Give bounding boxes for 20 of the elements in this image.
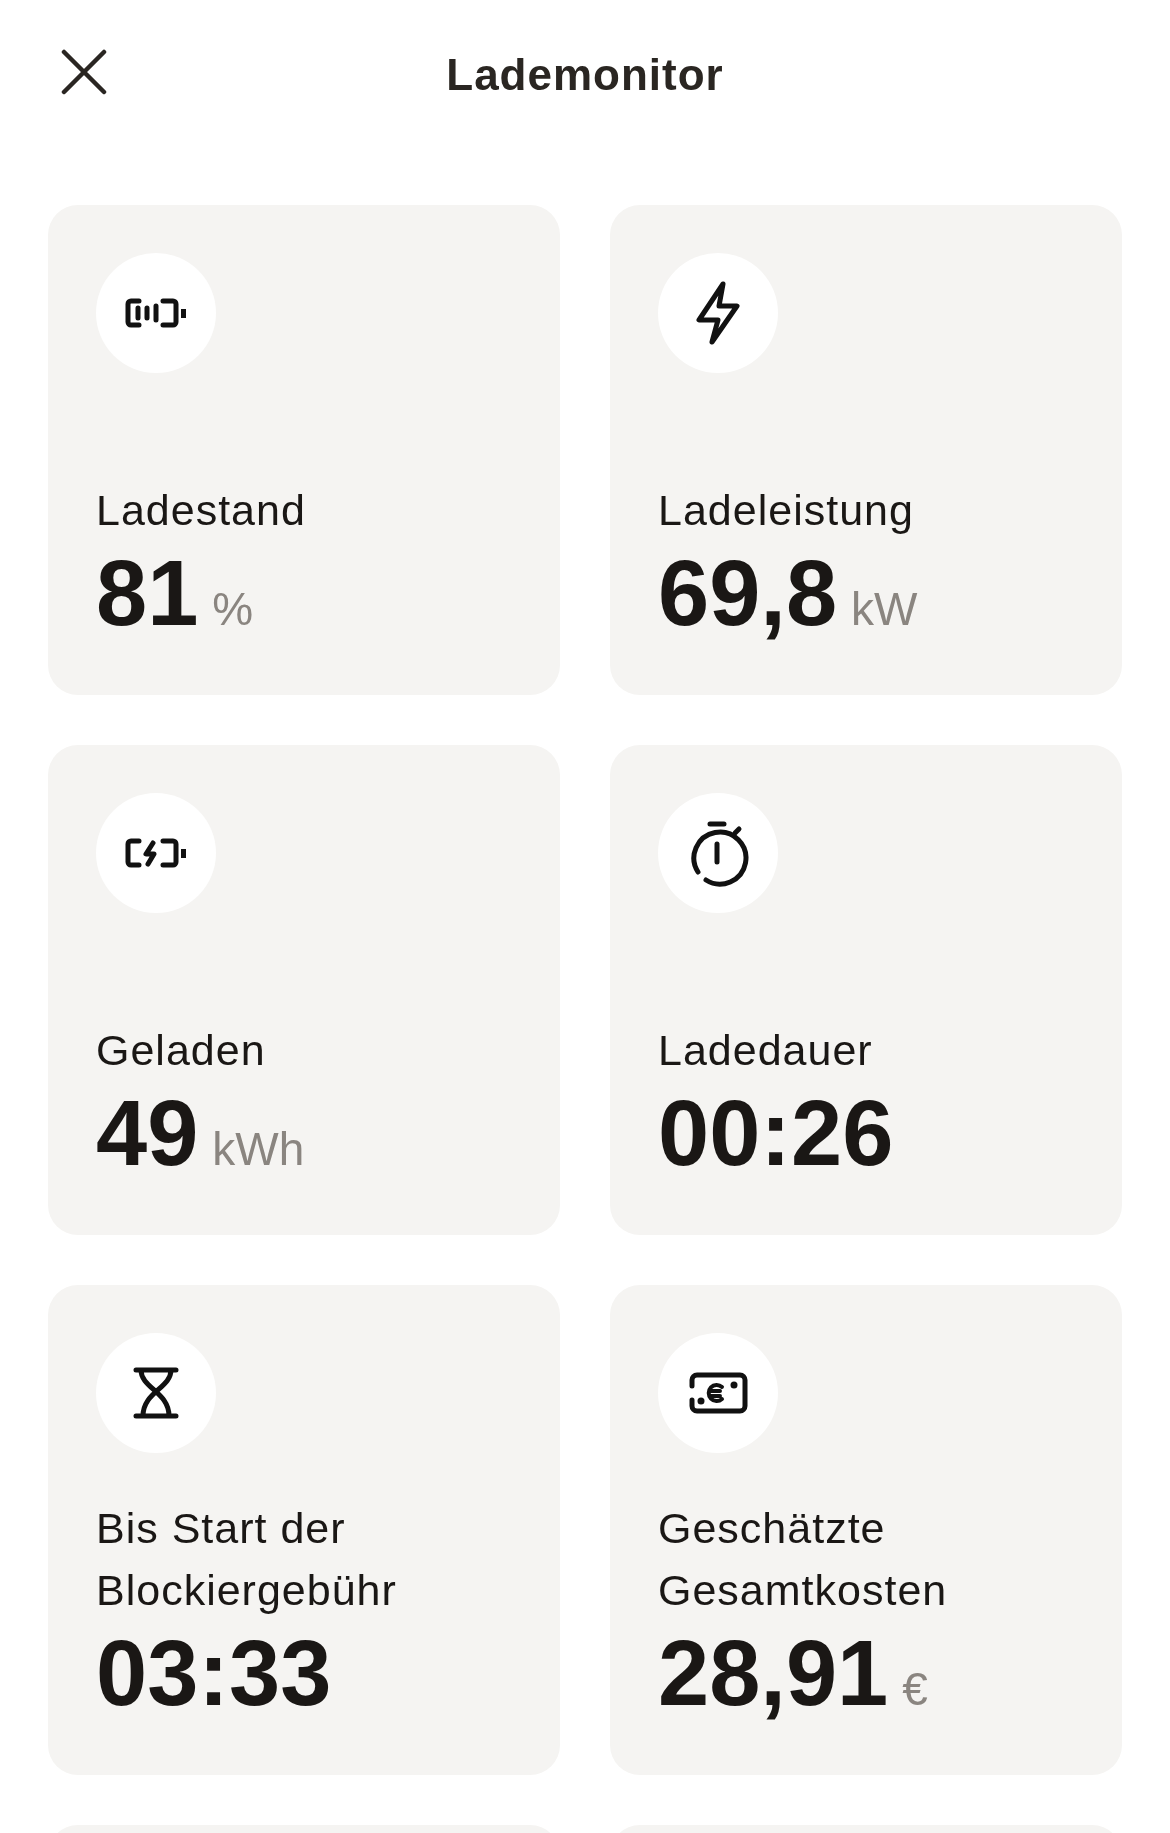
metric-label: Geschätzte Gesamtkosten [658, 1503, 949, 1616]
screen-title: Lademonitor [446, 50, 724, 100]
metric-unit: € [902, 1662, 928, 1716]
close-icon [61, 49, 107, 95]
metric-value: 28,91 [658, 1621, 889, 1725]
metric-label: Ladedauer [658, 1025, 874, 1076]
metric-label: Ladestand [96, 485, 307, 536]
metric-unit: kW [851, 582, 918, 636]
metric-value: 03:33 [96, 1621, 332, 1725]
hourglass-icon [131, 1365, 181, 1421]
metric-label: Geladen [96, 1025, 267, 1076]
metric-label: Bis Start der Blockiergebühr [96, 1503, 398, 1616]
lightning-icon [693, 280, 743, 346]
metric-value: 69,8 [658, 541, 838, 645]
metric-unit: kWh [212, 1122, 305, 1176]
metric-value: 49 [96, 1081, 199, 1185]
metric-label: Ladeleistung [658, 485, 915, 536]
metric-value: 00:26 [658, 1081, 894, 1185]
metric-value: 81 [96, 541, 199, 645]
metric-unit: % [212, 582, 254, 636]
